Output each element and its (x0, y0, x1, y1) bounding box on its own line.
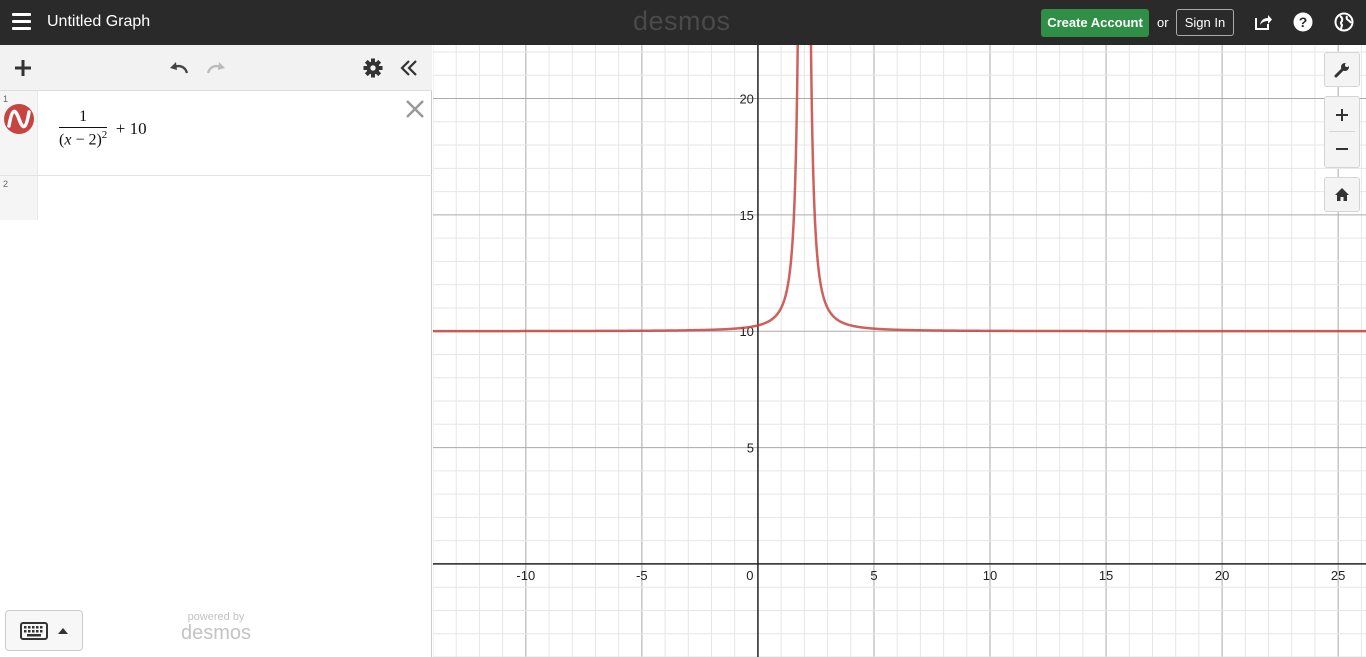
expression-tail: + 10 (115, 118, 147, 138)
graph-color-toggle-icon[interactable] (4, 104, 34, 134)
redo-icon[interactable] (205, 57, 227, 79)
math-expression[interactable]: 1 (x − 2)2 + 10 (59, 108, 147, 149)
undo-icon[interactable] (168, 57, 190, 79)
sign-in-button[interactable]: Sign In (1176, 9, 1234, 36)
fraction: 1 (x − 2)2 (59, 108, 108, 149)
exponent: 2 (101, 129, 108, 141)
x-tick-label: 15 (1099, 568, 1113, 583)
x-tick-label: -5 (636, 568, 648, 583)
zoom-controls (1324, 96, 1360, 168)
wrench-icon (1334, 63, 1349, 78)
graph-title[interactable]: Untitled Graph (47, 13, 150, 31)
expression-panel: 1 1 (x − 2)2 + 10 2 powered by desmos (0, 45, 432, 657)
keyboard-icon (20, 622, 48, 640)
powered-by-brand: desmos (180, 622, 252, 644)
x-tick-label: 10 (983, 568, 997, 583)
keyboard-toggle-button[interactable] (5, 610, 83, 651)
or-text: or (1157, 15, 1169, 30)
graph-canvas[interactable]: -10 -5 0 5 10 15 20 255101520 (433, 45, 1366, 657)
graph-paper[interactable]: -10 -5 0 5 10 15 20 25 5 10 15 20 (433, 45, 1366, 657)
language-globe-icon[interactable] (1334, 12, 1354, 32)
collapse-panel-icon[interactable] (398, 57, 420, 79)
x-tick-label: 5 (870, 568, 877, 583)
expression-index: 2 (3, 179, 9, 189)
create-account-button[interactable]: Create Account (1041, 9, 1149, 37)
home-button[interactable] (1324, 177, 1360, 212)
share-icon[interactable] (1253, 12, 1273, 32)
help-icon[interactable]: ? (1293, 12, 1313, 32)
delete-expression-icon[interactable] (405, 99, 425, 119)
zoom-out-icon[interactable] (1335, 142, 1349, 156)
expression-index: 1 (3, 94, 9, 104)
settings-gear-icon[interactable] (362, 57, 384, 79)
top-bar: Untitled Graph desmos Create Account or … (0, 0, 1366, 45)
fraction-denominator: (x − 2)2 (59, 129, 108, 149)
expression-gutter: 1 (0, 91, 38, 175)
y-tick-label: 5 (747, 441, 754, 456)
x-tick-label: 20 (1215, 568, 1229, 583)
x-tick-label: 25 (1331, 568, 1345, 583)
zoom-in-icon[interactable] (1335, 108, 1349, 122)
expression-gutter: 2 (0, 176, 38, 220)
empty-expression-row[interactable]: 2 (0, 176, 432, 220)
x-tick-label: -10 (516, 568, 535, 583)
graph-settings-button[interactable] (1324, 52, 1360, 87)
expression-toolbar (0, 45, 432, 91)
graph-curve-right-branch (809, 45, 1366, 333)
fraction-numerator: 1 (59, 108, 108, 128)
x-tick-label: 0 (746, 568, 753, 583)
menu-icon[interactable] (12, 13, 31, 31)
graph-curve-left-branch (433, 45, 799, 333)
denominator-rest: − 2) (71, 131, 102, 149)
powered-by-desmos: powered by desmos (176, 611, 256, 643)
expression-row[interactable]: 1 1 (x − 2)2 + 10 (0, 91, 432, 176)
add-item-plus-icon[interactable] (12, 57, 34, 79)
y-tick-label: 15 (739, 208, 753, 223)
desmos-logo: desmos (633, 6, 731, 36)
y-tick-label: 20 (739, 92, 753, 107)
home-icon (1335, 188, 1349, 201)
svg-text:?: ? (1299, 14, 1308, 30)
caret-up-icon (58, 628, 68, 634)
